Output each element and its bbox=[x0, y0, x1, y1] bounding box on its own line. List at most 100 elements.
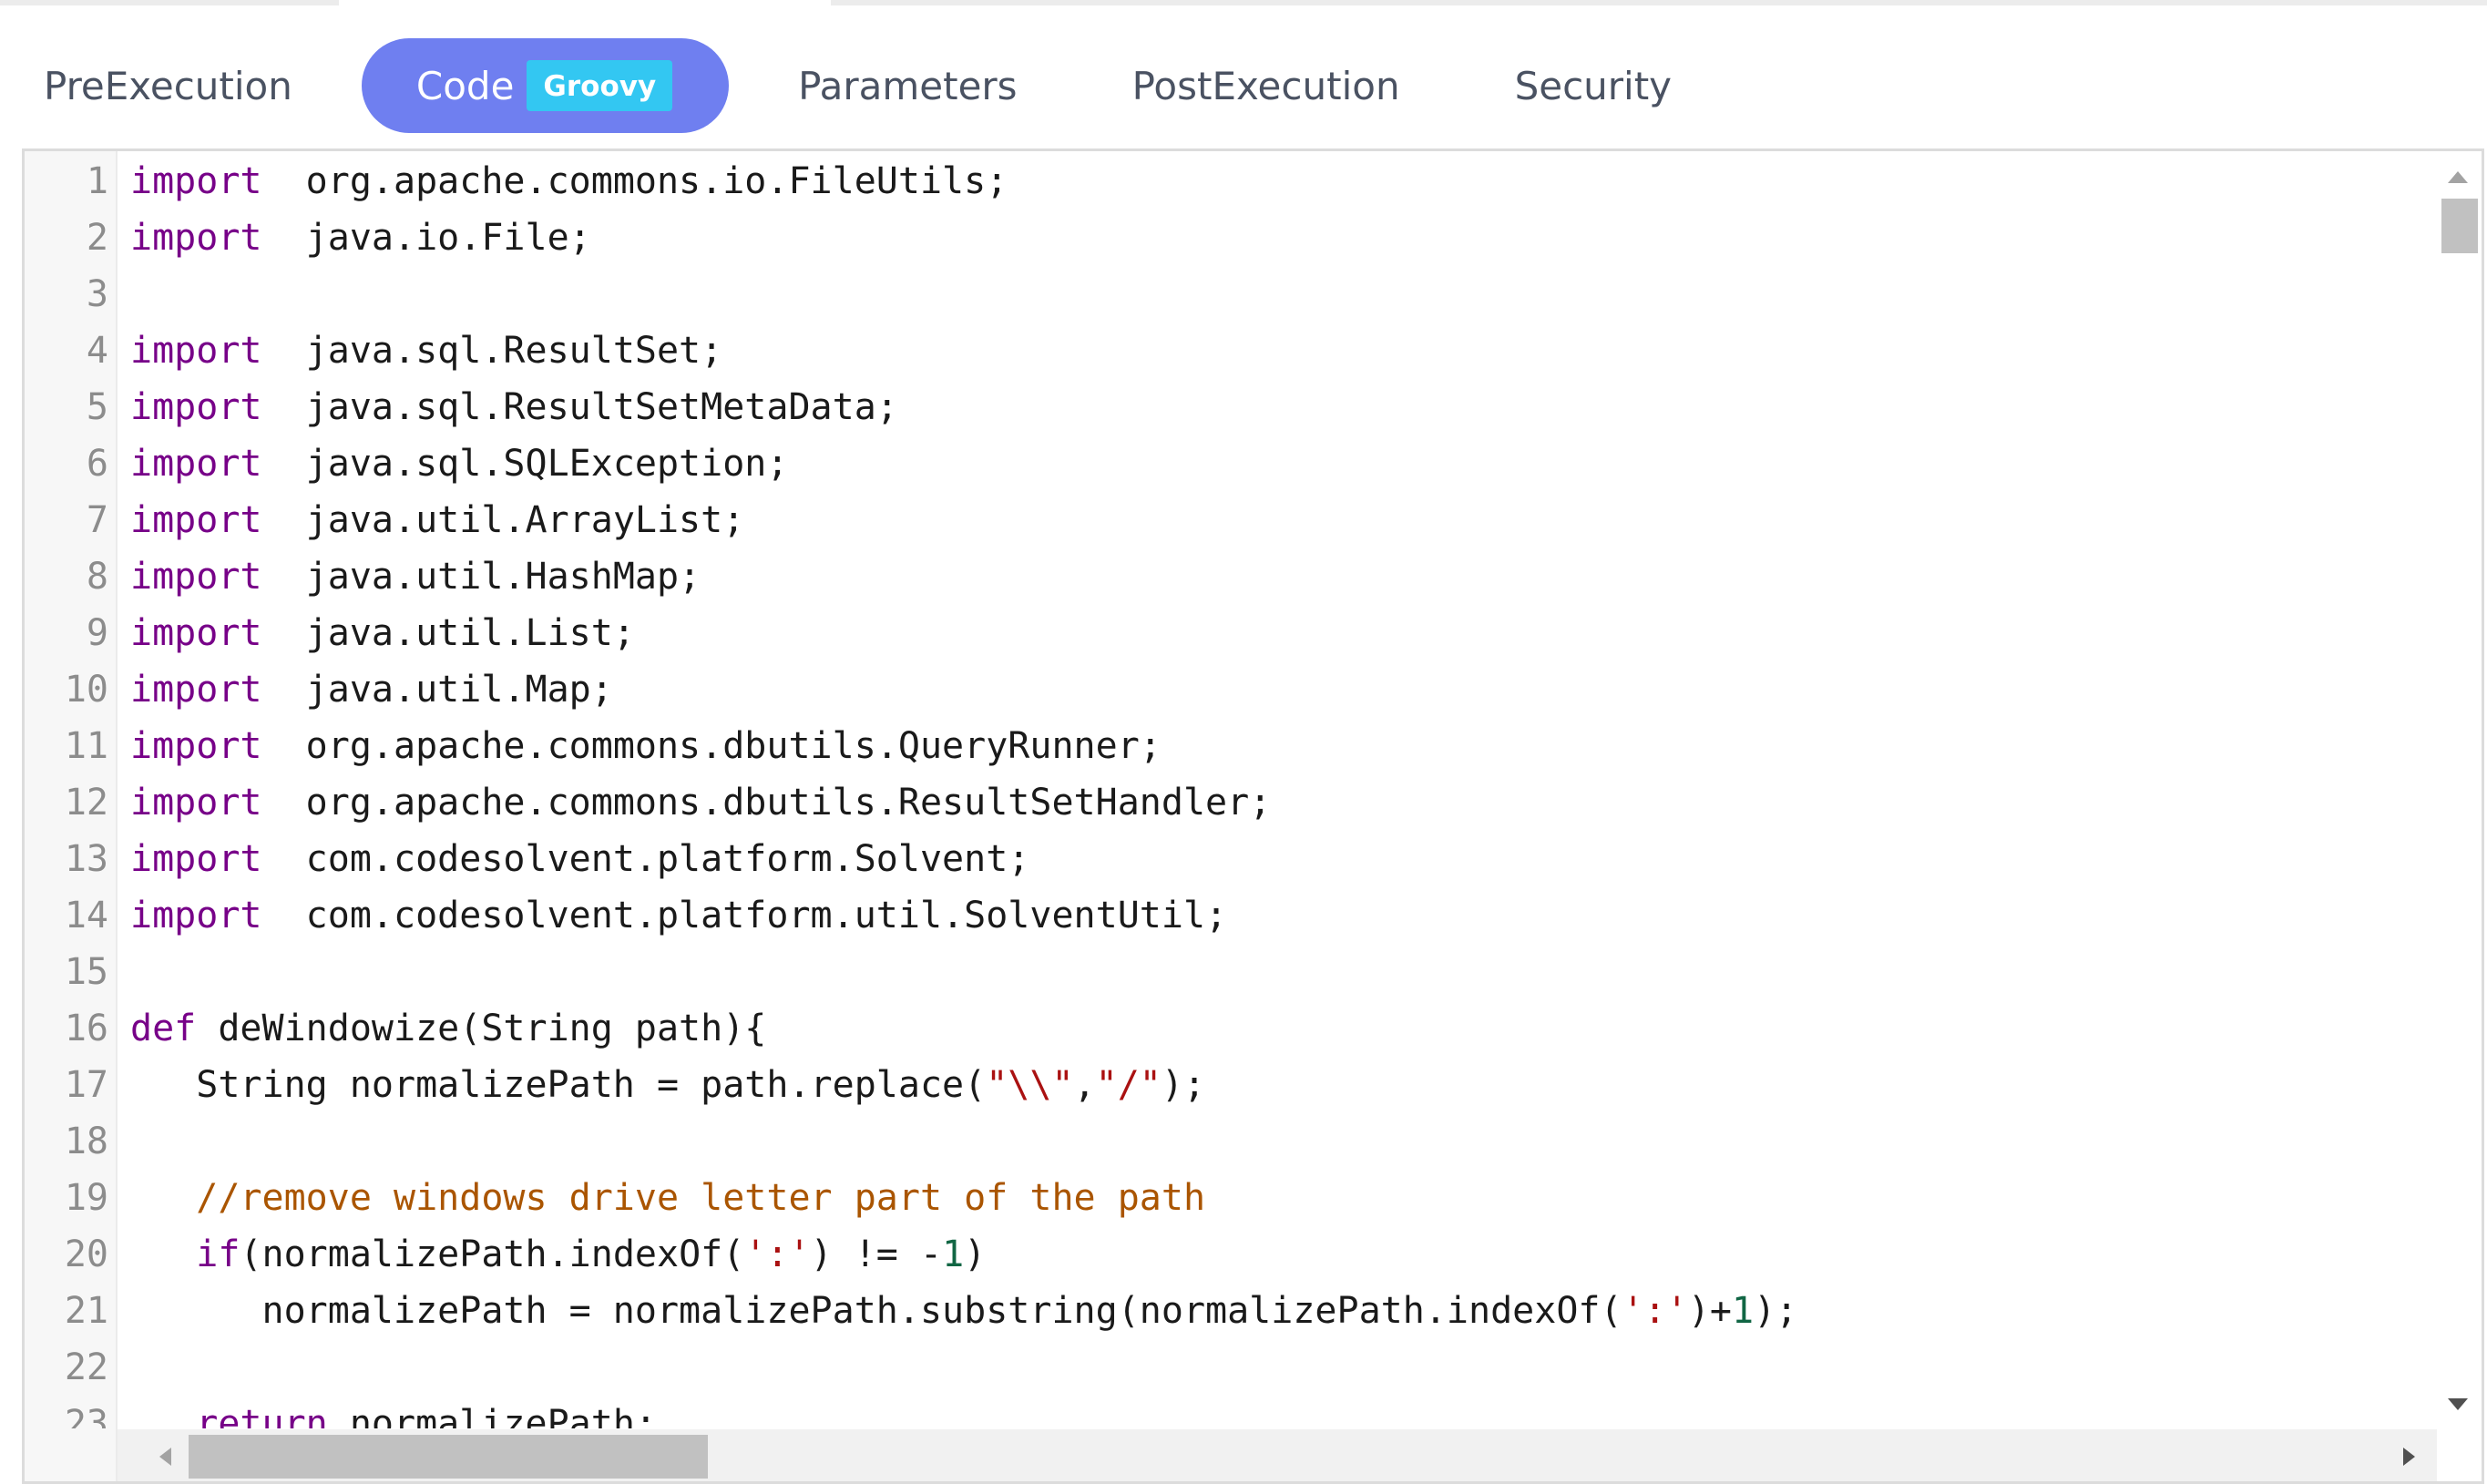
line-number: 20 bbox=[64, 1233, 108, 1275]
token: com.codesolvent.platform.Solvent; bbox=[261, 838, 1030, 880]
token: java.util.ArrayList; bbox=[261, 499, 745, 541]
code-line: 14 import com.codesolvent.platform.util.S… bbox=[25, 887, 2430, 944]
code-line: 6 import java.sql.SQLException; bbox=[25, 435, 2430, 492]
token: java.util.HashMap; bbox=[261, 556, 701, 598]
code-text: import java.sql.ResultSet; bbox=[130, 322, 722, 379]
token-str: "/" bbox=[1095, 1064, 1162, 1106]
line-number: 17 bbox=[64, 1064, 108, 1106]
code-area[interactable]: 1 import org.apache.commons.io.FileUtils;… bbox=[25, 153, 2430, 1428]
tab-label: Parameters bbox=[798, 63, 1018, 108]
code-line: 5 import java.sql.ResultSetMetaData; bbox=[25, 379, 2430, 435]
code-text: import com.codesolvent.platform.Solvent; bbox=[130, 831, 1029, 887]
token: java.sql.ResultSetMetaData; bbox=[261, 386, 898, 428]
code-line: 12 import org.apache.commons.dbutils.Resu… bbox=[25, 774, 2430, 831]
tab-label: PreExecution bbox=[44, 63, 292, 108]
token-kw: import bbox=[130, 556, 262, 598]
code-line: 4 import java.sql.ResultSet; bbox=[25, 322, 2430, 379]
token-kw: import bbox=[130, 443, 262, 485]
token-kw: import bbox=[130, 330, 262, 372]
token-kw: import bbox=[130, 499, 262, 541]
line-number: 1 bbox=[86, 160, 108, 202]
line-number: 7 bbox=[86, 499, 108, 541]
code-text: import org.apache.commons.dbutils.QueryR… bbox=[130, 718, 1162, 774]
code-text: import org.apache.commons.dbutils.Result… bbox=[130, 774, 1271, 831]
token-kw: return bbox=[196, 1403, 328, 1428]
token-kw: import bbox=[130, 217, 262, 259]
token: ); bbox=[1161, 1064, 1206, 1106]
token: )+ bbox=[1687, 1290, 1732, 1332]
token-kw: import bbox=[130, 669, 262, 711]
tab-parameters[interactable]: Parameters bbox=[798, 38, 1017, 133]
tab-bar: PreExecution Code Groovy Parameters Post… bbox=[44, 38, 1672, 133]
code-text: import java.util.List; bbox=[130, 605, 635, 661]
tab-label: Code bbox=[415, 63, 515, 108]
token: java.util.List; bbox=[261, 612, 635, 654]
token-num: 1 bbox=[942, 1233, 965, 1275]
line-number: 2 bbox=[86, 217, 108, 259]
code-editor[interactable]: 1 import org.apache.commons.io.FileUtils;… bbox=[22, 148, 2484, 1484]
vertical-scroll-thumb[interactable] bbox=[2441, 199, 2478, 253]
code-line: 17 String normalizePath = path.replace("… bbox=[25, 1057, 2430, 1113]
token: java.sql.SQLException; bbox=[261, 443, 789, 485]
code-text: def deWindowize(String path){ bbox=[130, 1000, 766, 1057]
tab-postexecution[interactable]: PostExecution bbox=[1132, 38, 1400, 133]
token: ) != - bbox=[810, 1233, 943, 1275]
tab-code[interactable]: Code Groovy bbox=[361, 38, 730, 133]
vertical-scrollbar[interactable] bbox=[2434, 151, 2482, 1427]
code-text: import java.io.File; bbox=[130, 210, 591, 266]
tab-security[interactable]: Security bbox=[1515, 38, 1672, 133]
line-number: 14 bbox=[64, 895, 108, 936]
token: java.util.Map; bbox=[261, 669, 613, 711]
token: deWindowize(String path){ bbox=[196, 1008, 767, 1049]
code-line: 18 bbox=[25, 1113, 2430, 1170]
line-number: 21 bbox=[64, 1290, 108, 1332]
code-line: 10 import java.util.Map; bbox=[25, 661, 2430, 718]
line-number: 11 bbox=[64, 725, 108, 767]
token: org.apache.commons.dbutils.ResultSetHand… bbox=[261, 782, 1272, 824]
scroll-down-arrow-icon[interactable] bbox=[2448, 1398, 2468, 1410]
code-line: 2 import java.io.File; bbox=[25, 210, 2430, 266]
code-line: 13 import com.codesolvent.platform.Solven… bbox=[25, 831, 2430, 887]
code-text: if(normalizePath.indexOf(':') != -1) bbox=[130, 1226, 986, 1283]
line-number: 16 bbox=[64, 1008, 108, 1049]
line-number: 19 bbox=[64, 1177, 108, 1219]
code-line: 3 bbox=[25, 266, 2430, 322]
token-num: 1 bbox=[1732, 1290, 1755, 1332]
token: org.apache.commons.dbutils.QueryRunner; bbox=[261, 725, 1162, 767]
horizontal-scrollbar[interactable] bbox=[118, 1429, 2437, 1481]
token-str: "\\" bbox=[986, 1064, 1074, 1106]
token: normalizePath = normalizePath.substring(… bbox=[130, 1290, 1622, 1332]
code-text: import java.util.ArrayList; bbox=[130, 492, 744, 548]
code-line: 9 import java.util.List; bbox=[25, 605, 2430, 661]
code-line: 23 return normalizePath; bbox=[25, 1396, 2430, 1428]
code-line: 22 bbox=[25, 1339, 2430, 1396]
code-text: import java.sql.SQLException; bbox=[130, 435, 788, 492]
token: java.io.File; bbox=[261, 217, 591, 259]
scroll-left-arrow-icon[interactable] bbox=[159, 1448, 171, 1466]
scroll-right-arrow-icon[interactable] bbox=[2403, 1448, 2415, 1466]
code-line: 11 import org.apache.commons.dbutils.Quer… bbox=[25, 718, 2430, 774]
token-kw: import bbox=[130, 612, 262, 654]
line-number: 12 bbox=[64, 782, 108, 824]
token-str: ':' bbox=[1622, 1290, 1688, 1332]
token-kw: import bbox=[130, 782, 262, 824]
token: String normalizePath = path.replace( bbox=[130, 1064, 987, 1106]
token-kw: def bbox=[130, 1008, 197, 1049]
code-line: 16 def deWindowize(String path){ bbox=[25, 1000, 2430, 1057]
code-text: normalizePath = normalizePath.substring(… bbox=[130, 1283, 1797, 1339]
code-line: 7 import java.util.ArrayList; bbox=[25, 492, 2430, 548]
token: com.codesolvent.platform.util.SolventUti… bbox=[261, 895, 1228, 936]
token-kw: import bbox=[130, 895, 262, 936]
scroll-up-arrow-icon[interactable] bbox=[2448, 171, 2468, 183]
line-number: 4 bbox=[86, 330, 108, 372]
token-kw: import bbox=[130, 838, 262, 880]
tab-preexecution[interactable]: PreExecution bbox=[44, 38, 292, 133]
token-cmt: //remove windows drive letter part of th… bbox=[196, 1177, 1206, 1219]
horizontal-scroll-thumb[interactable] bbox=[189, 1435, 708, 1479]
line-number: 8 bbox=[86, 556, 108, 598]
token-kw: import bbox=[130, 386, 262, 428]
code-line: 20 if(normalizePath.indexOf(':') != -1) bbox=[25, 1226, 2430, 1283]
token: (normalizePath.indexOf( bbox=[240, 1233, 745, 1275]
